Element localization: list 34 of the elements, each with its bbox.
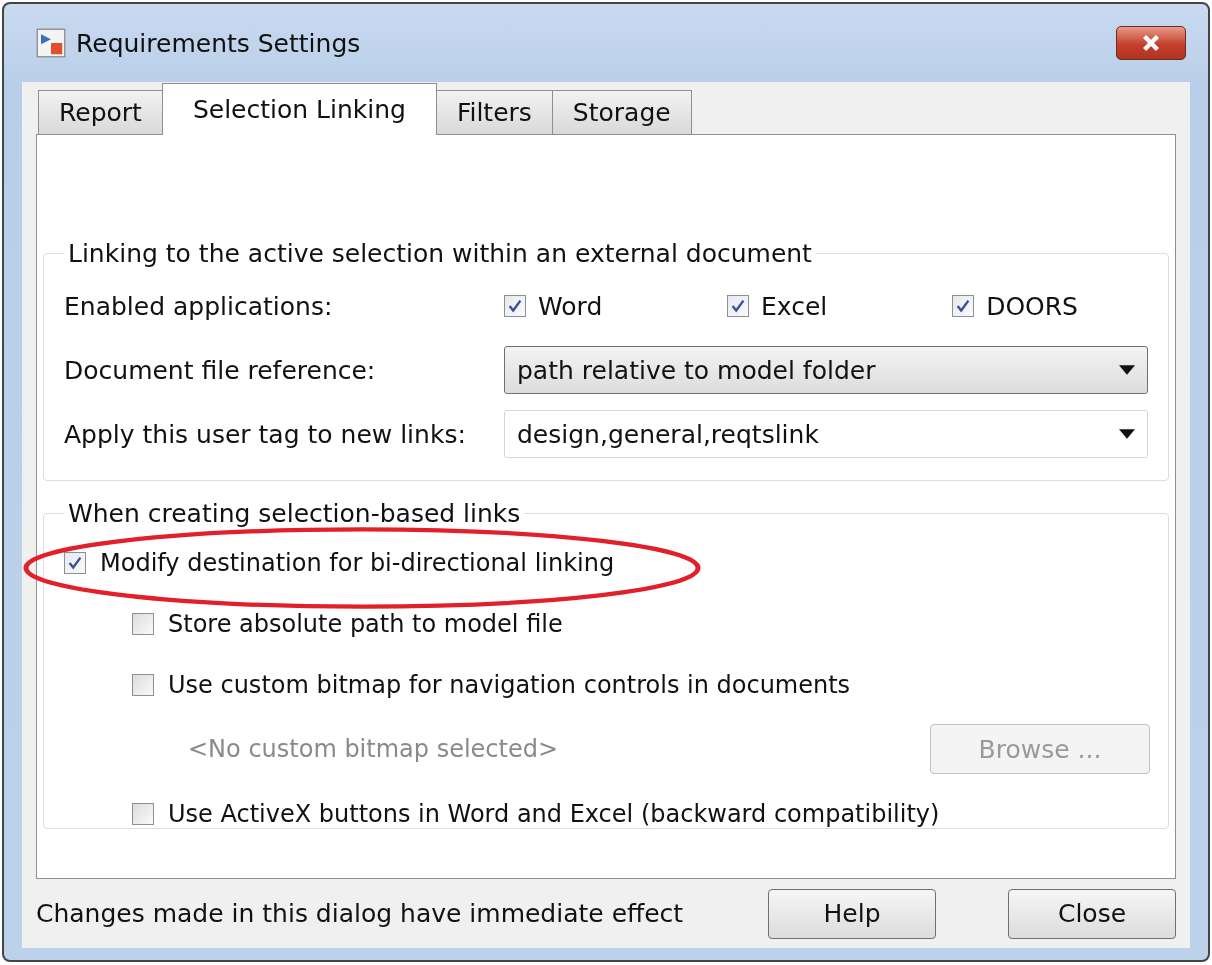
option-label: Excel bbox=[761, 291, 828, 321]
bitmap-status-text: <No custom bitmap selected> bbox=[188, 735, 559, 763]
checkbox[interactable] bbox=[132, 673, 154, 696]
dropdown-arrow-icon bbox=[1119, 429, 1135, 439]
option-label: Use ActiveX buttons in Word and Excel (backward compatibility) bbox=[168, 799, 940, 828]
checkbox[interactable] bbox=[504, 295, 526, 317]
field-label: Enabled applications: bbox=[64, 291, 334, 321]
app-icon bbox=[36, 28, 66, 58]
help-button[interactable]: Help bbox=[768, 888, 936, 939]
group-title: When creating selection-based links bbox=[67, 499, 522, 528]
checkbox[interactable] bbox=[952, 295, 975, 317]
status-text: Changes made in this dialog have immediate effect bbox=[36, 899, 685, 928]
option-label: Store absolute path to model file bbox=[168, 609, 563, 638]
field-label: Document file reference: bbox=[64, 355, 377, 385]
checkbox[interactable] bbox=[64, 551, 86, 574]
tab[interactable]: Filters bbox=[435, 90, 553, 134]
checkbox[interactable] bbox=[132, 612, 154, 635]
dropdown-field[interactable]: design,general,reqtslink bbox=[504, 410, 1148, 458]
option-label: DOORS bbox=[986, 291, 1078, 321]
close-button[interactable]: Close bbox=[1008, 888, 1176, 939]
checkbox[interactable] bbox=[727, 295, 750, 317]
option-label: Use custom bitmap for navigation controls in documents bbox=[168, 670, 851, 699]
group-title: Linking to the active selection within an external document bbox=[67, 239, 813, 268]
window-title: Requirements Settings bbox=[76, 28, 362, 58]
tab[interactable]: Report bbox=[38, 90, 163, 134]
tab[interactable]: Selection Linking bbox=[161, 83, 437, 135]
tab[interactable]: Storage bbox=[551, 90, 692, 134]
option-label: Word bbox=[538, 291, 603, 321]
option-label: Modify destination for bi-directional linking bbox=[100, 548, 615, 577]
field-label: Apply this user tag to new links: bbox=[64, 419, 467, 449]
dropdown-arrow-icon bbox=[1119, 365, 1135, 375]
close-icon[interactable] bbox=[1116, 26, 1186, 60]
dropdown-field[interactable]: path relative to model folder bbox=[504, 346, 1148, 394]
checkbox[interactable] bbox=[132, 802, 154, 825]
